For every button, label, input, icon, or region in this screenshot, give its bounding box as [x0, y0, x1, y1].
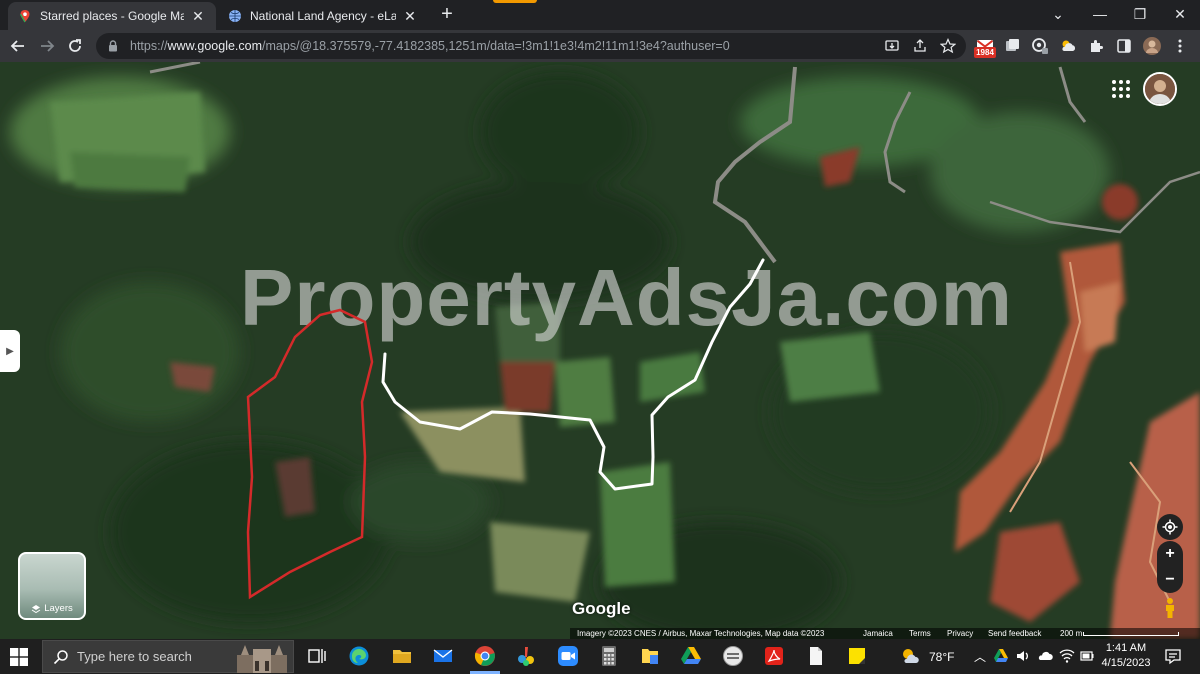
arrow-left-icon	[10, 40, 24, 52]
weather-widget-icon[interactable]	[899, 645, 921, 667]
close-icon[interactable]: ✕	[402, 8, 418, 24]
map-attribution: Imagery ©2023 CNES / Airbus, Maxar Techn…	[0, 628, 1200, 639]
forward-button[interactable]	[35, 34, 59, 58]
tab-indicator	[493, 0, 537, 3]
reload-icon	[69, 39, 81, 52]
maximize-button[interactable]: ❐	[1122, 3, 1158, 25]
system-clock[interactable]: 1:41 AM 4/15/2023	[1100, 641, 1152, 671]
file-manager-icon[interactable]	[639, 645, 661, 667]
browser-toolbar: https://www.google.com/maps/@18.375579,-…	[0, 30, 1200, 62]
clock-date: 4/15/2023	[1101, 657, 1151, 669]
address-bar[interactable]: https://www.google.com/maps/@18.375579,-…	[96, 33, 966, 59]
network-icon[interactable]	[1059, 648, 1075, 664]
edge-browser-icon[interactable]	[348, 645, 370, 667]
google-maps-icon	[19, 10, 30, 23]
clock-time: 1:41 AM	[1105, 642, 1147, 654]
paint-app-icon[interactable]	[515, 645, 537, 667]
search-icon	[53, 649, 68, 664]
weather-extension-icon[interactable]	[1057, 35, 1079, 57]
google-account-avatar[interactable]	[1143, 72, 1177, 106]
calculator-icon[interactable]	[598, 645, 620, 667]
search-highlight-landmark-icon	[237, 645, 287, 673]
zoom-controls: + −	[1157, 541, 1183, 593]
extension-cards-icon[interactable]	[1001, 35, 1023, 57]
profile-avatar[interactable]	[1141, 35, 1163, 57]
tab-title: National Land Agency - eLandjamaica	[250, 9, 396, 23]
access-route-line	[381, 258, 765, 491]
satellite-map[interactable]: PropertyAdsJa.com ▶ Layers Google + −	[0, 62, 1200, 639]
document-icon[interactable]	[805, 645, 827, 667]
google-drive-icon[interactable]	[680, 645, 702, 667]
layers-button[interactable]: Layers	[18, 552, 86, 620]
terms-link[interactable]: Terms	[909, 628, 931, 639]
file-explorer-icon[interactable]	[391, 645, 413, 667]
collapse-side-panel-button[interactable]: ▶	[0, 330, 20, 372]
zoom-out-button[interactable]: −	[1157, 567, 1183, 593]
taskbar-search-box[interactable]: Type here to search	[42, 640, 294, 673]
unread-count-badge: 1984	[974, 47, 996, 58]
back-button[interactable]	[6, 34, 30, 58]
extension-tracker-icon[interactable]	[1029, 35, 1051, 57]
imagery-credit: Imagery ©2023 CNES / Airbus, Maxar Techn…	[577, 629, 825, 638]
volume-icon[interactable]	[1015, 648, 1031, 664]
tab-search-icon[interactable]: ⌄	[1040, 3, 1076, 25]
layers-label-row: Layers	[20, 603, 84, 614]
tab-strip: Starred places - Google Maps ✕ National …	[0, 0, 1200, 30]
google-logo: Google	[572, 599, 631, 618]
search-placeholder: Type here to search	[77, 649, 192, 664]
bookmark-star-icon[interactable]	[940, 38, 956, 54]
property-boundary-outline	[246, 308, 374, 600]
sync-app-icon[interactable]	[722, 645, 744, 667]
reload-button[interactable]	[63, 34, 87, 58]
drawn-overlays	[246, 258, 765, 600]
onedrive-icon[interactable]	[1037, 648, 1053, 664]
close-icon[interactable]: ✕	[190, 8, 206, 24]
extensions-puzzle-icon[interactable]	[1085, 35, 1107, 57]
zoom-app-icon[interactable]	[557, 645, 579, 667]
windows-start-icon[interactable]	[10, 648, 28, 666]
tab-google-maps[interactable]: Starred places - Google Maps ✕	[8, 2, 216, 30]
layers-label: Layers	[44, 603, 73, 614]
privacy-link[interactable]: Privacy	[947, 628, 973, 639]
google-apps-icon[interactable]	[1110, 78, 1132, 100]
pegman-street-view-icon[interactable]	[1160, 596, 1180, 620]
pdf-reader-icon[interactable]	[763, 645, 785, 667]
side-panel-icon[interactable]	[1113, 35, 1135, 57]
install-app-icon[interactable]	[884, 38, 900, 54]
sticky-notes-icon[interactable]	[846, 645, 868, 667]
url-text: https://www.google.com/maps/@18.375579,-…	[130, 39, 730, 53]
task-view-icon[interactable]	[306, 645, 328, 667]
tab-title: Starred places - Google Maps	[40, 9, 184, 23]
crosshair-icon	[1162, 519, 1178, 535]
chrome-taskbar-icon[interactable]	[474, 645, 496, 667]
tab-national-land-agency[interactable]: National Land Agency - eLandjamaica ✕	[218, 2, 428, 30]
show-hidden-icons-chevron[interactable]: ︿	[974, 648, 986, 665]
my-location-button[interactable]	[1157, 514, 1183, 540]
battery-icon[interactable]	[1079, 648, 1095, 664]
layers-icon	[31, 604, 41, 613]
globe-icon	[229, 10, 241, 22]
mail-icon[interactable]	[432, 645, 454, 667]
new-tab-button[interactable]: +	[437, 4, 457, 25]
screen: Starred places - Google Maps ✕ National …	[0, 0, 1200, 674]
arrow-right-icon	[41, 40, 55, 52]
windows-taskbar: Type here to search 78°F ︿ 1:41 AM 4/15/…	[0, 639, 1200, 674]
drive-sync-tray-icon[interactable]	[993, 648, 1009, 664]
window-close-button[interactable]: ✕	[1162, 3, 1198, 25]
chrome-menu-icon[interactable]	[1169, 35, 1191, 57]
share-icon[interactable]	[912, 38, 928, 54]
send-feedback-link[interactable]: Send feedback	[988, 628, 1041, 639]
scale-bar	[1083, 632, 1179, 636]
zoom-in-button[interactable]: +	[1157, 541, 1183, 567]
lock-icon[interactable]	[106, 39, 120, 53]
minimize-button[interactable]: —	[1082, 3, 1118, 25]
region-link[interactable]: Jamaica	[863, 628, 893, 639]
notifications-icon[interactable]	[1164, 647, 1182, 665]
scale-label[interactable]: 200 m	[1060, 628, 1082, 639]
weather-temperature[interactable]: 78°F	[929, 650, 954, 664]
